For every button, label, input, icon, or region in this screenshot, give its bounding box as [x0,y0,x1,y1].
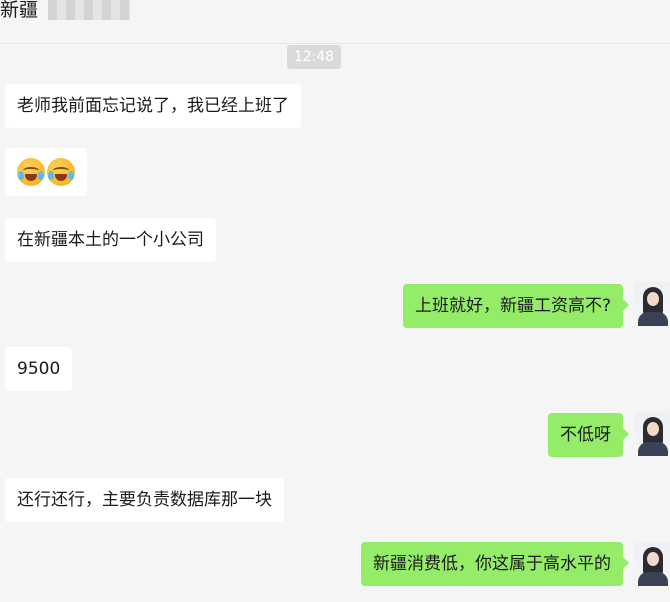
incoming-message-bubble[interactable]: 9500 [5,347,73,391]
message-timestamp: 12:48 [287,45,341,69]
crying-laughing-emoji-icon [47,158,75,186]
crying-laughing-emoji-icon [17,158,45,186]
message-text: 上班就好，新疆工资高不? [414,296,611,316]
message-text: 9500 [17,359,61,379]
incoming-message-bubble[interactable]: 老师我前面忘记说了，我已经上班了 [5,84,301,128]
outgoing-message-bubble[interactable]: 不低呀 [548,413,629,457]
incoming-message-bubble[interactable]: 在新疆本土的一个小公司 [5,218,216,262]
outgoing-message-bubble[interactable]: 新疆消费低，你这属于高水平的 [361,542,629,586]
redacted-name-mosaic [48,0,130,20]
user-avatar[interactable] [634,282,670,326]
message-text: 老师我前面忘记说了，我已经上班了 [17,96,289,116]
outgoing-message-bubble[interactable]: 上班就好，新疆工资高不? [402,284,630,328]
message-text: 还行还行，主要负责数据库那一块 [17,490,272,510]
chat-title: 新疆 [0,0,39,21]
incoming-message-bubble[interactable] [5,148,87,196]
message-text: 不低呀 [560,425,611,445]
chat-header: 新疆 [0,0,670,44]
user-avatar[interactable] [634,412,670,456]
chat-window: 新疆 12:48 老师我前面忘记说了，我已经上班了 在新疆本土的一个小公司 上班… [0,0,670,602]
message-text: 在新疆本土的一个小公司 [17,230,204,250]
incoming-message-bubble[interactable]: 还行还行，主要负责数据库那一块 [5,478,284,522]
user-avatar[interactable] [634,542,670,586]
message-text: 新疆消费低，你这属于高水平的 [373,554,611,574]
